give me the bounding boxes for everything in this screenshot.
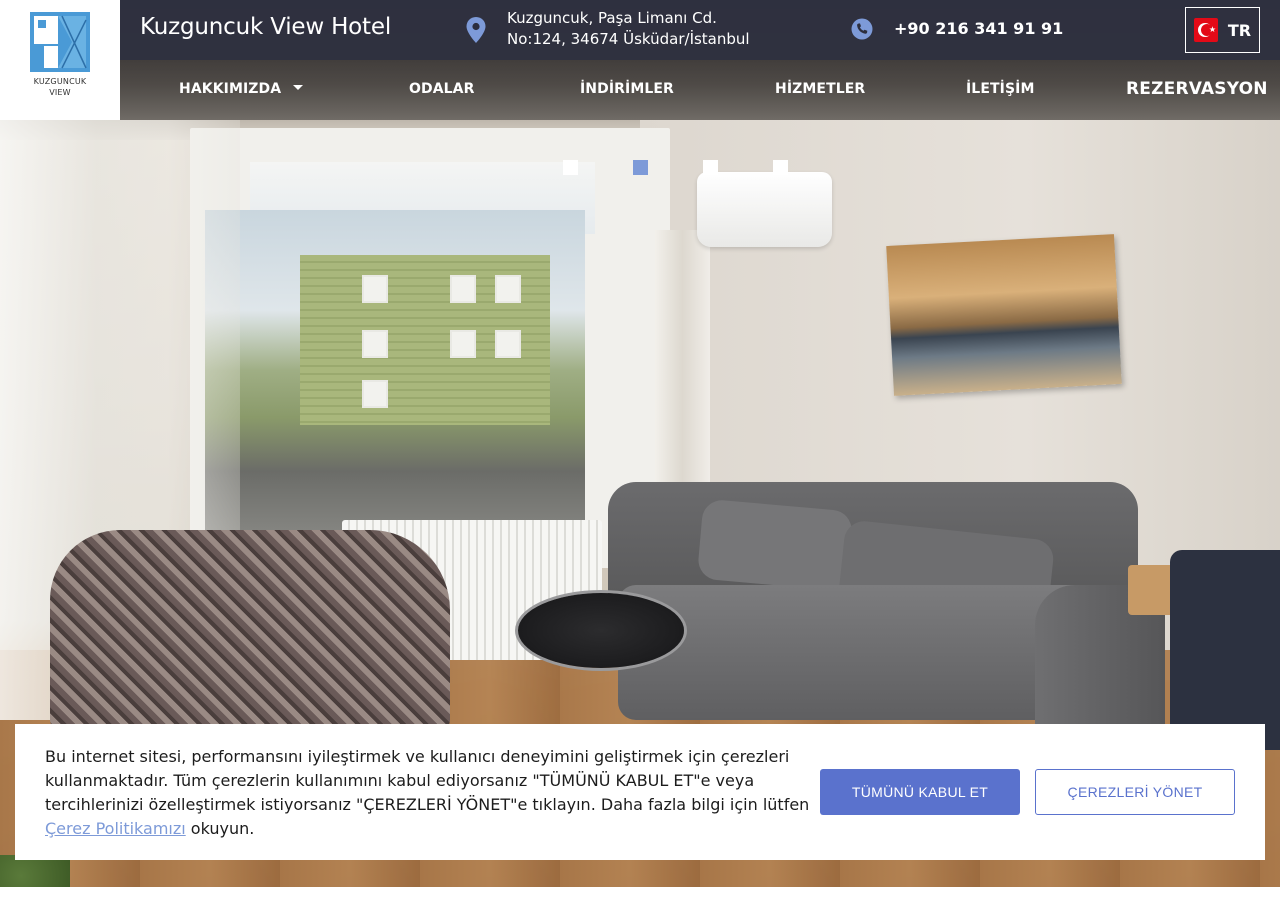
carousel-indicator[interactable] <box>773 160 788 175</box>
phone-icon <box>851 18 873 40</box>
brand-name[interactable]: Kuzguncuk View Hotel <box>140 14 391 40</box>
cookie-banner: Bu internet sitesi, performansını iyileş… <box>15 724 1265 860</box>
logo[interactable]: KUZGUNCUK VIEW <box>0 0 120 120</box>
nav-item-iletisim[interactable]: İLETİŞİM <box>966 81 1034 97</box>
cookie-message-suffix: okuyun. <box>185 819 255 838</box>
cookie-message: Bu internet sitesi, performansını iyileş… <box>45 745 815 841</box>
hero-outside-building <box>300 255 550 425</box>
cookie-policy-link[interactable]: Çerez Politikamızı <box>45 819 186 838</box>
carousel-indicator[interactable] <box>563 160 578 175</box>
reservation-button[interactable]: REZERVASYON <box>1126 79 1268 99</box>
top-bar: Kuzguncuk View Hotel Kuzguncuk, Paşa Lim… <box>120 0 1280 60</box>
language-selector[interactable]: ★ TR <box>1185 7 1260 53</box>
address: Kuzguncuk, Paşa Limanı Cd. No:124, 34674… <box>507 8 750 50</box>
manage-cookies-button[interactable]: ÇEREZLERİ YÖNET <box>1035 769 1235 815</box>
hero-dark-chair <box>1170 550 1280 750</box>
cookie-message-text: Bu internet sitesi, performansını iyileş… <box>45 747 810 814</box>
language-code: TR <box>1227 20 1252 40</box>
nav-item-label: HAKKIMIZDA <box>179 81 282 97</box>
logo-text-line2: VIEW <box>49 88 71 97</box>
hero-coffee-table <box>518 593 684 668</box>
logo-text-line1: KUZGUNCUK <box>33 77 87 86</box>
main-nav: HAKKIMIZDA ODALAR İNDİRİMLER HİZMETLER İ… <box>120 60 1280 120</box>
turkey-flag-icon: ★ <box>1193 18 1218 42</box>
chevron-down-icon <box>293 85 304 90</box>
carousel-indicator[interactable] <box>703 160 718 175</box>
carousel-indicator[interactable] <box>633 160 648 175</box>
nav-item-hakkimizda[interactable]: HAKKIMIZDA <box>179 81 304 97</box>
nav-item-odalar[interactable]: ODALAR <box>409 81 475 97</box>
hero-painting <box>886 234 1122 396</box>
hero-pillow <box>696 498 854 592</box>
hero-armchair <box>50 530 450 730</box>
hero-air-conditioner <box>697 172 832 247</box>
logo-text: KUZGUNCUK VIEW <box>0 76 120 98</box>
nav-item-hizmetler[interactable]: HİZMETLER <box>775 81 865 97</box>
building-logo-icon <box>30 12 90 72</box>
map-pin-icon <box>466 17 486 43</box>
phone-number[interactable]: +90 216 341 91 91 <box>894 19 1063 38</box>
accept-all-cookies-button[interactable]: TÜMÜNÜ KABUL ET <box>820 769 1020 815</box>
address-line2: No:124, 34674 Üsküdar/İstanbul <box>507 30 750 48</box>
nav-item-indirimler[interactable]: İNDİRİMLER <box>580 81 674 97</box>
address-line1: Kuzguncuk, Paşa Limanı Cd. <box>507 9 717 27</box>
